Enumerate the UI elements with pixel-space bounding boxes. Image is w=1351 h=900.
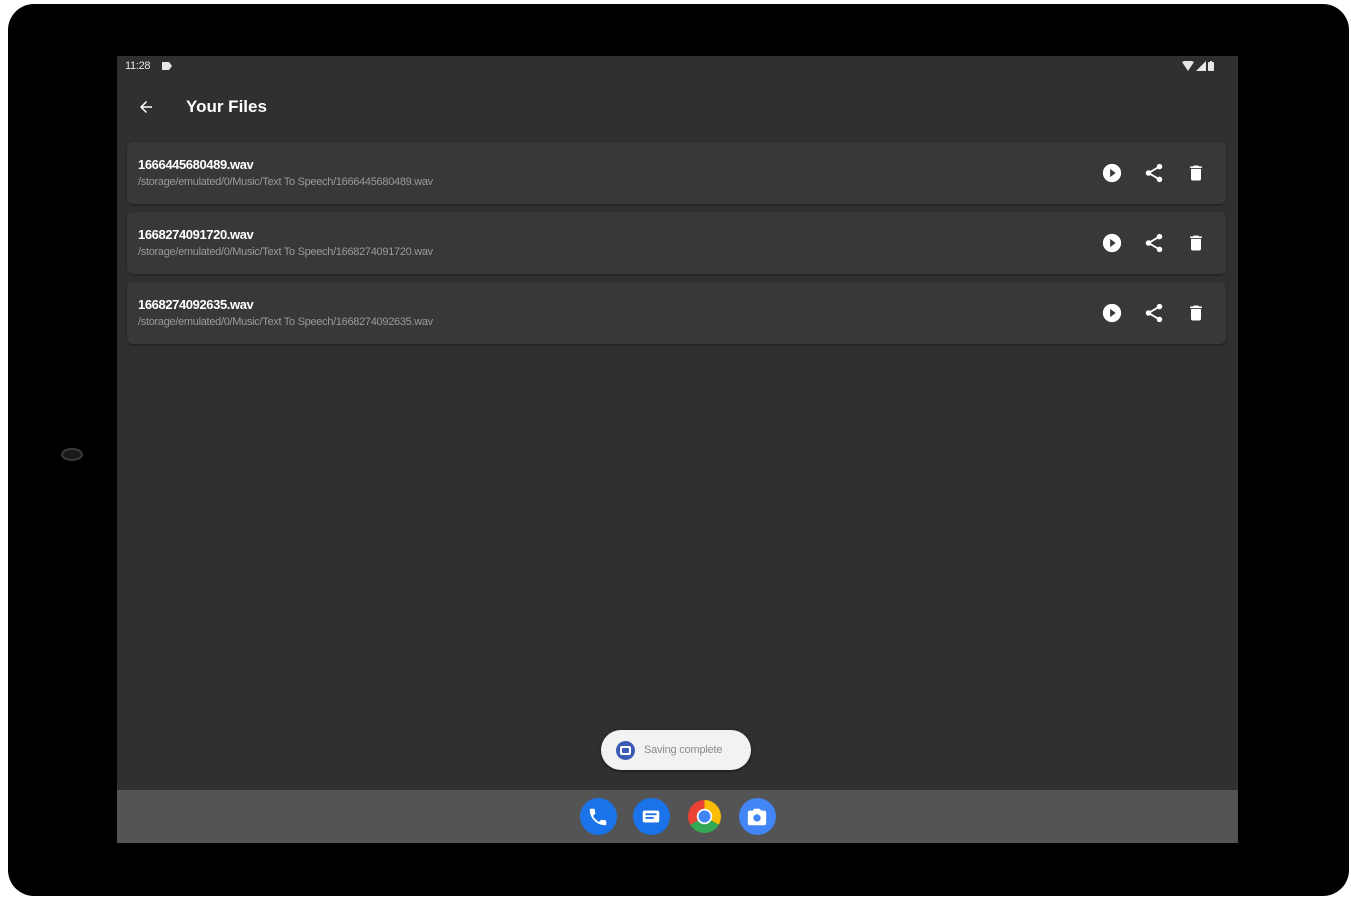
play-button[interactable]: [1098, 229, 1126, 257]
phone-icon: [589, 808, 607, 825]
share-icon: [1145, 233, 1163, 253]
messages-icon: [642, 810, 660, 822]
device-screen: 11:28 Your Files 1666445680489.wav /stor…: [117, 56, 1238, 843]
phone-app-icon[interactable]: [579, 798, 617, 835]
front-camera: [61, 448, 83, 461]
arrow-back-icon: [140, 101, 152, 113]
status-icons: [1182, 61, 1214, 71]
chrome-icon: [687, 800, 721, 833]
camera-icon: [747, 808, 767, 825]
battery-icon: [1208, 61, 1214, 71]
delete-icon: [1190, 165, 1202, 181]
play-icon: [1102, 233, 1122, 253]
delete-icon: [1190, 305, 1202, 321]
toast-text: Saving complete: [644, 744, 723, 756]
file-name: 1668274091720.wav: [138, 227, 254, 242]
file-actions: [1098, 159, 1210, 187]
play-icon: [1102, 303, 1122, 323]
delete-button[interactable]: [1182, 229, 1210, 257]
file-path: /storage/emulated/0/Music/Text To Speech…: [138, 246, 433, 258]
file-path: /storage/emulated/0/Music/Text To Speech…: [138, 316, 433, 328]
share-button[interactable]: [1140, 159, 1168, 187]
share-icon: [1145, 303, 1163, 323]
delete-icon: [1190, 235, 1202, 251]
status-time: 11:28: [125, 60, 151, 72]
file-card: 1668274092635.wav /storage/emulated/0/Mu…: [127, 282, 1226, 344]
notification-icon: [162, 62, 172, 70]
messages-app-icon[interactable]: [632, 798, 670, 835]
play-button[interactable]: [1098, 159, 1126, 187]
signal-icon: [1196, 61, 1206, 71]
toast-app-icon: [620, 745, 631, 755]
file-path: /storage/emulated/0/Music/Text To Speech…: [138, 176, 433, 188]
share-icon: [1145, 163, 1163, 183]
app-icon: [616, 740, 635, 760]
toast: Saving complete: [601, 730, 751, 770]
page-title: Your Files: [186, 97, 267, 116]
share-button[interactable]: [1140, 299, 1168, 327]
delete-button[interactable]: [1182, 159, 1210, 187]
status-bar: 11:28: [117, 56, 1238, 78]
wifi-icon: [1182, 61, 1194, 71]
dock: [117, 790, 1238, 843]
share-button[interactable]: [1140, 229, 1168, 257]
play-button[interactable]: [1098, 299, 1126, 327]
camera-app-icon[interactable]: [738, 798, 776, 835]
file-name: 1666445680489.wav: [138, 157, 254, 172]
file-actions: [1098, 229, 1210, 257]
chrome-app-icon[interactable]: [686, 798, 723, 835]
file-card: 1666445680489.wav /storage/emulated/0/Mu…: [127, 142, 1226, 204]
play-icon: [1102, 163, 1122, 183]
file-list: 1666445680489.wav /storage/emulated/0/Mu…: [127, 142, 1226, 352]
file-name: 1668274092635.wav: [138, 297, 254, 312]
app-bar: Your Files: [117, 78, 1238, 134]
delete-button[interactable]: [1182, 299, 1210, 327]
file-card: 1668274091720.wav /storage/emulated/0/Mu…: [127, 212, 1226, 274]
back-button[interactable]: [131, 92, 161, 122]
file-actions: [1098, 299, 1210, 327]
